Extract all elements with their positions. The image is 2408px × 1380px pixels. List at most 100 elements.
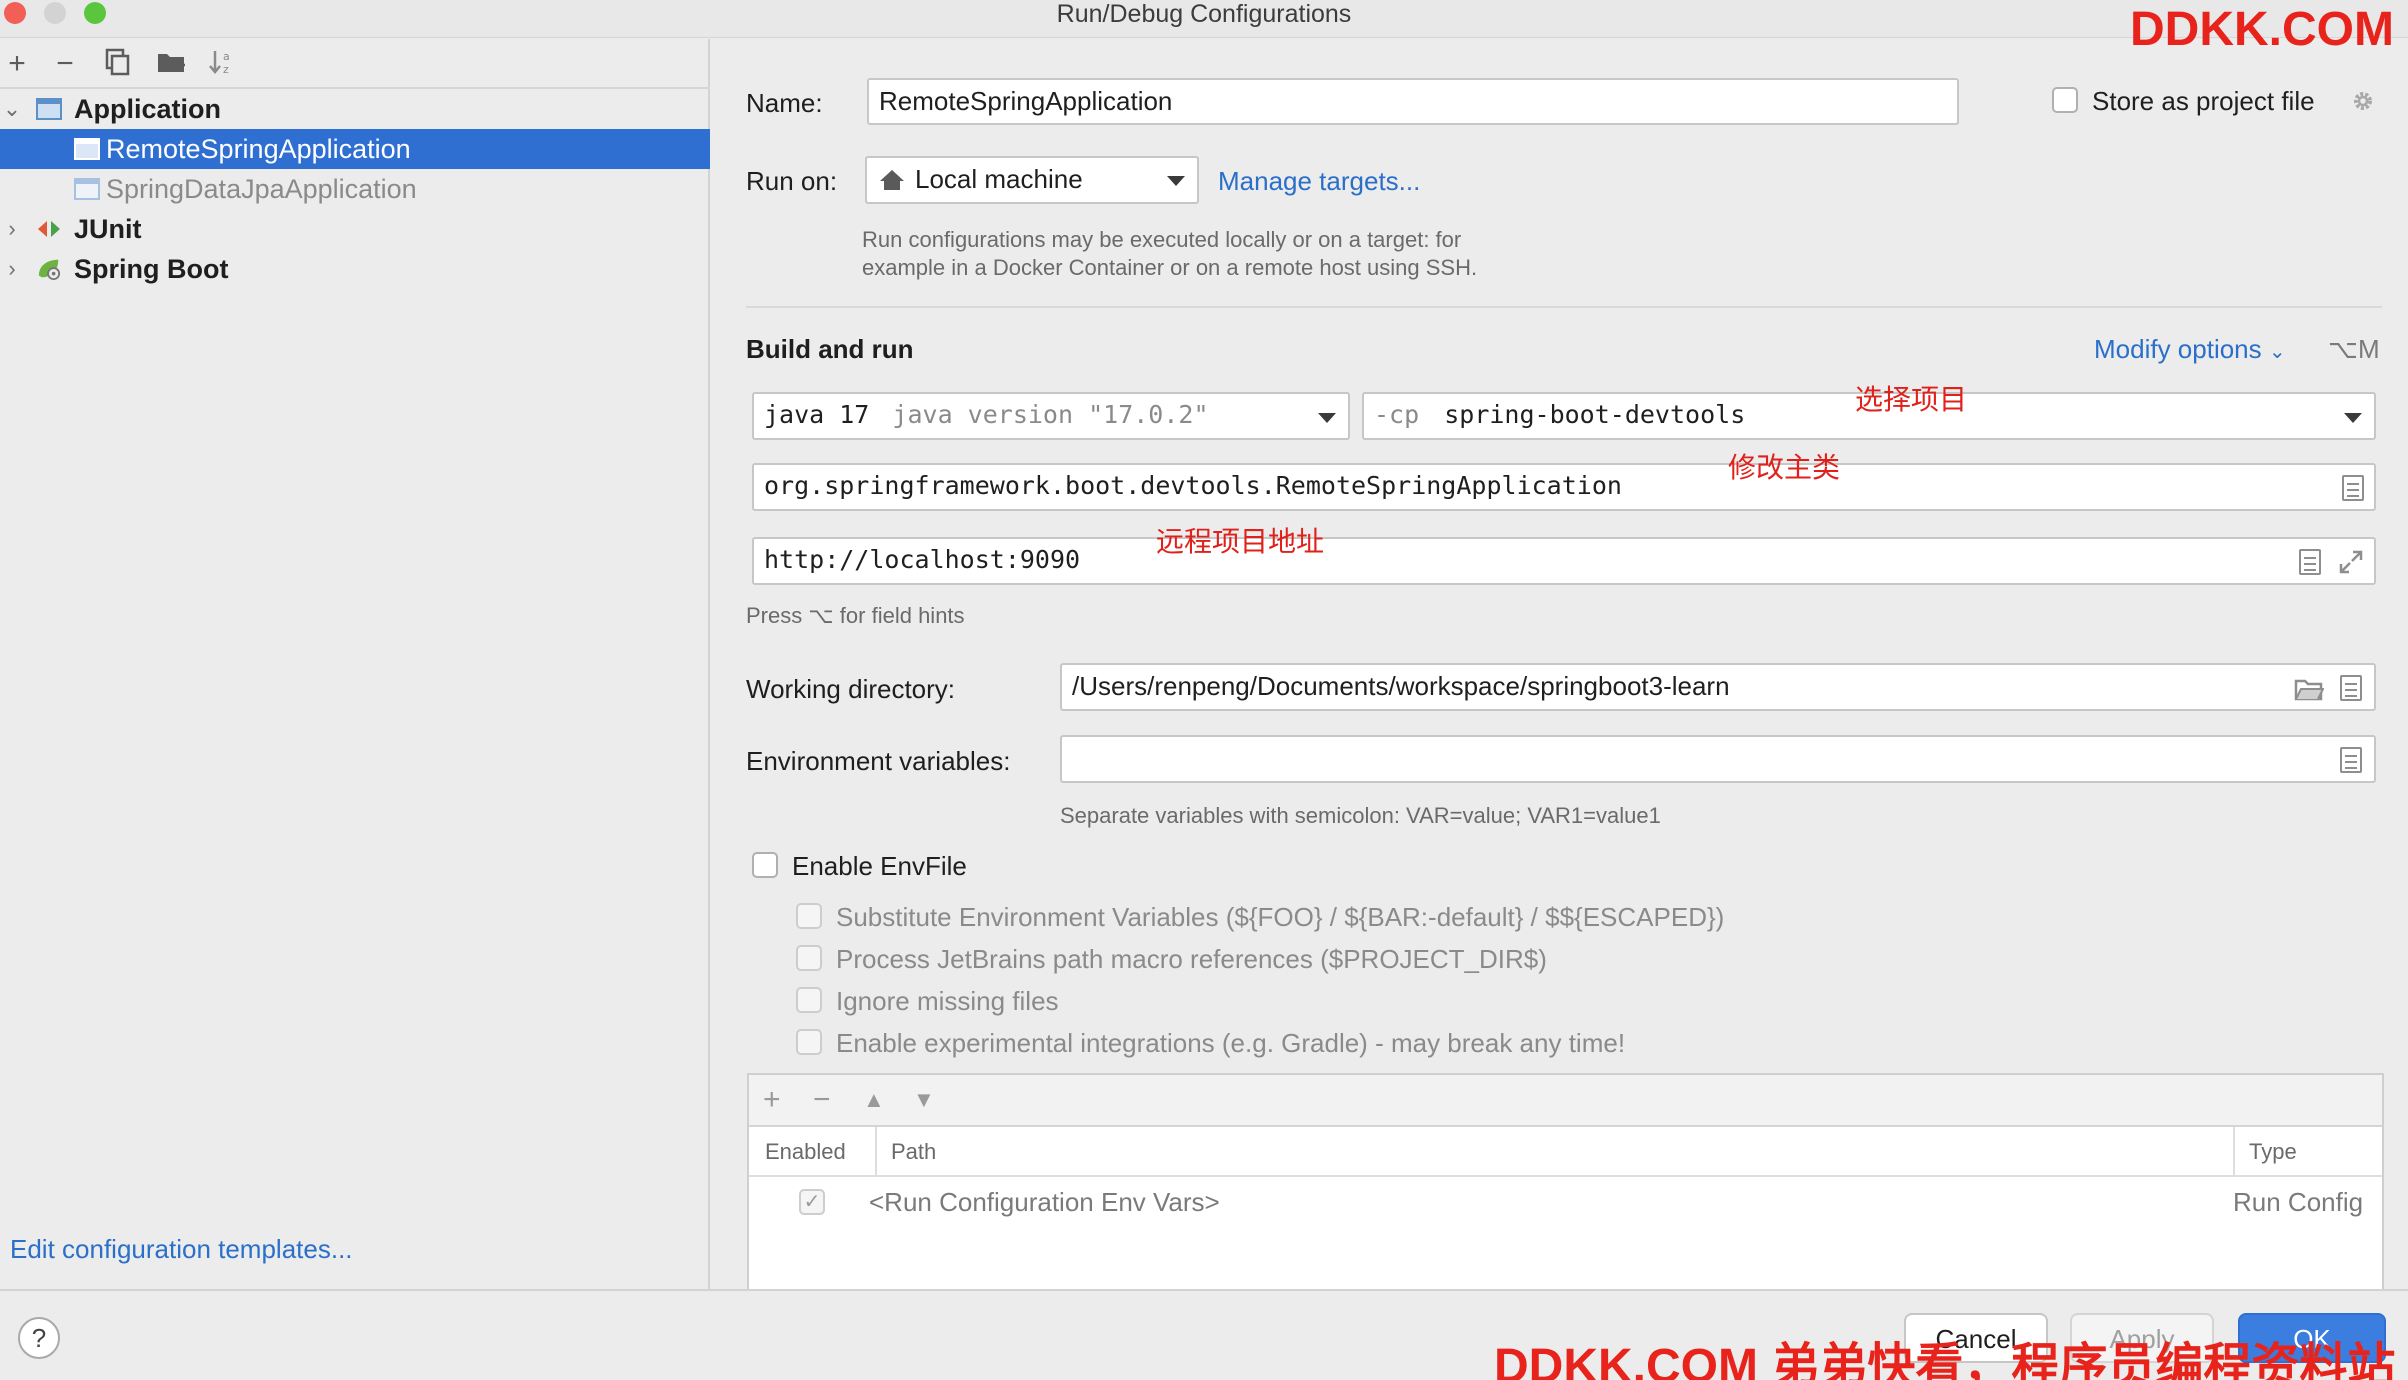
svg-text:a: a — [223, 50, 230, 63]
application-icon — [36, 98, 62, 120]
browse-file-icon[interactable] — [2342, 475, 2364, 501]
home-icon — [880, 170, 904, 190]
row-path: <Run Configuration Env Vars> — [869, 1187, 1220, 1217]
edit-env-vars-icon[interactable] — [2340, 747, 2362, 773]
experimental-integrations-label: Enable experimental integrations (e.g. G… — [836, 1028, 1626, 1058]
chevron-right-icon[interactable]: › — [2, 249, 22, 289]
substitute-env-vars-checkbox[interactable] — [796, 903, 822, 929]
gear-icon[interactable] — [2350, 88, 2376, 114]
tree-toolbar: + − az — [0, 39, 710, 89]
program-arguments-value: http://localhost:9090 — [764, 545, 1081, 574]
process-path-macros-checkbox[interactable] — [796, 945, 822, 971]
column-divider — [875, 1127, 877, 1175]
working-directory-label: Working directory: — [746, 674, 956, 704]
tree-item-label: Spring Boot — [74, 254, 229, 284]
tree-item-label: SpringDataJpaApplication — [106, 174, 417, 204]
tree-item-label: Application — [74, 94, 221, 124]
row-enabled-checkbox[interactable]: ✓ — [799, 1189, 825, 1215]
annotation-modify-main-class: 修改主类 — [1728, 452, 1841, 483]
maximize-icon[interactable] — [2338, 549, 2364, 575]
copy-icon[interactable] — [100, 47, 134, 81]
chevron-right-icon[interactable]: › — [2, 209, 22, 249]
folder-icon[interactable] — [2294, 677, 2324, 701]
tree-item-application[interactable]: ⌄ Application — [0, 89, 710, 129]
modify-options-shortcut: ⌥M — [2328, 334, 2380, 364]
modify-options-link[interactable]: Modify options ⌄ — [2094, 334, 2286, 365]
tree-item-springdatajpaapplication[interactable]: SpringDataJpaApplication — [0, 169, 710, 209]
name-label: Name: — [746, 88, 823, 118]
cp-prefix: -cp — [1374, 400, 1420, 429]
expand-text-icon[interactable] — [2299, 549, 2321, 575]
column-divider — [2233, 1127, 2235, 1175]
column-header-path[interactable]: Path — [891, 1139, 936, 1165]
modify-options-label: Modify options — [2094, 334, 2262, 364]
envfile-table-toolbar: + − ▲ ▼ — [749, 1075, 2382, 1127]
run-on-value: Local machine — [915, 164, 1083, 194]
store-as-project-file-checkbox[interactable] — [2052, 87, 2078, 113]
remove-icon[interactable]: − — [813, 1083, 831, 1117]
watermark-top: DDKK.COM — [2130, 3, 2394, 56]
edit-templates-link[interactable]: Edit configuration templates... — [10, 1234, 353, 1265]
working-directory-field[interactable]: /Users/renpeng/Documents/workspace/sprin… — [1060, 663, 2376, 711]
manage-targets-link[interactable]: Manage targets... — [1218, 166, 1420, 197]
svg-text:z: z — [223, 63, 229, 76]
folder-icon[interactable] — [154, 47, 188, 81]
expand-text-icon[interactable] — [2340, 675, 2362, 701]
run-on-hint-line-1: Run configurations may be executed local… — [862, 227, 1462, 252]
experimental-integrations-checkbox[interactable] — [796, 1029, 822, 1055]
environment-variables-field[interactable] — [1060, 735, 2376, 783]
store-as-project-file-label: Store as project file — [2092, 86, 2315, 116]
sort-icon[interactable]: az — [205, 47, 239, 81]
column-header-enabled[interactable]: Enabled — [765, 1139, 846, 1165]
add-icon[interactable]: + — [0, 47, 34, 81]
substitute-env-vars-label: Substitute Environment Variables (${FOO}… — [836, 902, 1725, 932]
env-vars-hint: Separate variables with semicolon: VAR=v… — [1060, 803, 1661, 828]
move-up-icon[interactable]: ▲ — [863, 1087, 885, 1113]
tree-item-label: RemoteSpringApplication — [106, 134, 411, 164]
run-on-label: Run on: — [746, 166, 838, 196]
run-on-dropdown[interactable]: Local machine — [865, 156, 1199, 204]
add-icon[interactable]: + — [763, 1083, 781, 1117]
envfile-table-header: Enabled Path Type — [749, 1127, 2382, 1177]
application-icon — [74, 138, 100, 160]
tree-item-junit[interactable]: › JUnit — [0, 209, 710, 249]
enable-envfile-checkbox[interactable] — [752, 852, 778, 878]
watermark-bottom: DDKK.COM 弟弟快看，程序员编程资料站 — [1494, 1340, 2396, 1380]
enable-envfile-label: Enable EnvFile — [792, 851, 967, 881]
spring-boot-icon — [38, 259, 61, 281]
column-header-type[interactable]: Type — [2249, 1139, 2297, 1165]
program-arguments-field[interactable]: http://localhost:9090 — [752, 537, 2376, 585]
row-type: Run Config — [2233, 1187, 2364, 1217]
window-title: Run/Debug Configurations — [1056, 0, 1352, 28]
name-field[interactable]: RemoteSpringApplication — [867, 78, 1959, 125]
envfile-table: + − ▲ ▼ Enabled Path Type ✓ <Run Configu… — [747, 1073, 2384, 1293]
tree-item-label: JUnit — [74, 214, 142, 244]
remove-icon[interactable]: − — [48, 47, 82, 81]
tree-item-spring-boot[interactable]: › Spring Boot — [0, 249, 710, 289]
field-hints-text: Press ⌥ for field hints — [746, 603, 965, 628]
run-on-hint-line-2: example in a Docker Container or on a re… — [862, 255, 1478, 280]
application-icon — [74, 178, 100, 200]
process-path-macros-label: Process JetBrains path macro references … — [836, 944, 1547, 974]
tree-item-remotespringapplication[interactable]: RemoteSpringApplication — [0, 129, 710, 169]
config-tree-panel: + − az ⌄ Application RemoteSpringApplica… — [0, 39, 710, 1289]
chevron-down-icon — [1318, 413, 1336, 423]
chevron-down-icon — [2344, 413, 2362, 423]
chevron-down-icon — [1167, 176, 1185, 186]
table-row[interactable]: ✓ <Run Configuration Env Vars> Run Confi… — [749, 1179, 2382, 1229]
ignore-missing-files-label: Ignore missing files — [836, 986, 1059, 1016]
jdk-dropdown[interactable]: java 17 java version "17.0.2" — [752, 392, 1350, 440]
build-and-run-title: Build and run — [746, 334, 914, 364]
environment-variables-label: Environment variables: — [746, 746, 1011, 776]
main-class-field[interactable]: org.springframework.boot.devtools.Remote… — [752, 463, 2376, 511]
move-down-icon[interactable]: ▼ — [913, 1087, 935, 1113]
annotation-select-project: 选择项目 — [1855, 384, 1968, 415]
cp-module: spring-boot-devtools — [1444, 400, 1746, 429]
main-class-value: org.springframework.boot.devtools.Remote… — [764, 471, 1622, 500]
help-button[interactable]: ? — [18, 1317, 60, 1359]
jdk-version: java version "17.0.2" — [892, 400, 1209, 429]
ignore-missing-files-checkbox[interactable] — [796, 987, 822, 1013]
section-divider — [746, 306, 2382, 308]
chevron-down-icon[interactable]: ⌄ — [2, 89, 22, 129]
title-bar: Run/Debug Configurations — [0, 0, 2408, 38]
